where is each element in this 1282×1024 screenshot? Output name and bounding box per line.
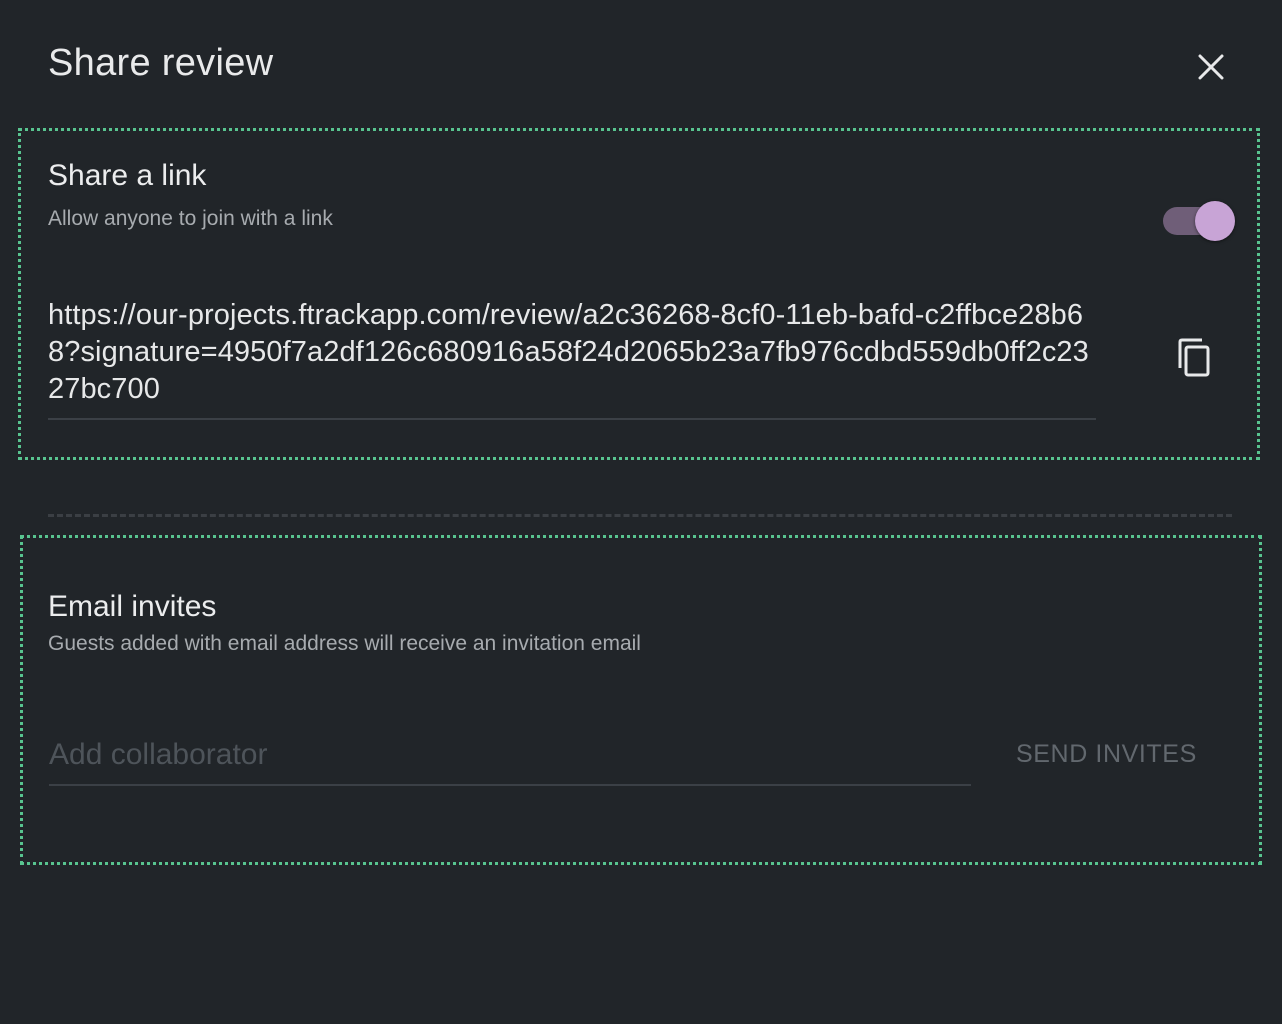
add-collaborator-field[interactable] [49, 738, 971, 786]
close-icon [1198, 54, 1224, 80]
share-link-toggle[interactable] [1163, 201, 1235, 241]
email-invites-subtitle: Guests added with email address will rec… [48, 632, 641, 655]
share-review-dialog: Share review Share a link Allow anyone t… [0, 0, 1282, 1024]
dialog-title: Share review [48, 42, 274, 84]
email-invites-heading: Email invites [48, 590, 217, 623]
share-link-section: Share a link Allow anyone to join with a… [18, 128, 1260, 460]
close-button[interactable] [1188, 44, 1234, 90]
copy-link-button[interactable] [1171, 335, 1217, 381]
share-link-url[interactable]: https://our-projects.ftrackapp.com/revie… [48, 297, 1096, 408]
add-collaborator-input[interactable] [49, 738, 971, 772]
send-invites-button[interactable]: SEND INVITES [1008, 734, 1205, 775]
share-link-heading: Share a link [48, 159, 207, 192]
email-invites-section: Email invites Guests added with email ad… [20, 535, 1262, 865]
toggle-thumb [1195, 201, 1235, 241]
share-link-field[interactable]: https://our-projects.ftrackapp.com/revie… [48, 297, 1096, 420]
section-divider [48, 514, 1232, 517]
copy-icon [1178, 338, 1210, 377]
share-link-subtitle: Allow anyone to join with a link [48, 207, 333, 230]
